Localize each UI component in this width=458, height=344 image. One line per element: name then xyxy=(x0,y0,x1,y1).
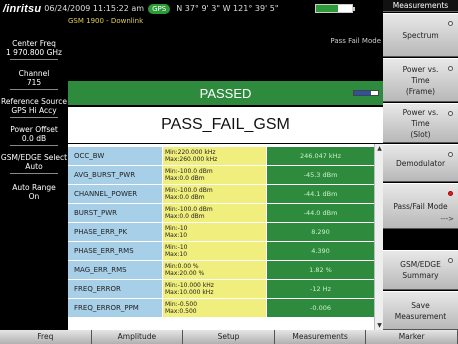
row-name: OCC_BW xyxy=(68,147,163,166)
row-value: -45.3 dBm xyxy=(267,166,374,185)
row-value: 4.390 xyxy=(267,242,374,261)
setup-menu-button[interactable]: Setup xyxy=(183,330,275,344)
spectrum-button[interactable]: Spectrum xyxy=(383,13,458,57)
demodulator-button[interactable]: Demodulator xyxy=(383,144,458,182)
row-name: AVG_BURST_PWR xyxy=(68,166,163,185)
table-row: FREQ_ERROR_PPM Min:-0.500 Max:0.500 -0.00… xyxy=(68,299,374,318)
power-vs-time-frame-button[interactable]: Power vs. Time (Frame) xyxy=(383,58,458,102)
param-reference-source: Reference Source GPS Hi Accy xyxy=(0,97,68,119)
table-row: BURST_PWR Min:-100.0 dBm Max:0.0 dBm -44.… xyxy=(68,204,374,223)
bottom-menu-bar: Freq Amplitude Setup Measurements Marker xyxy=(0,330,458,344)
radio-indicator-icon xyxy=(448,258,453,263)
power-vs-time-slot-button[interactable]: Power vs. Time (Slot) xyxy=(383,103,458,143)
softkey-panel: Measurements Spectrum Power vs. Time (Fram… xyxy=(383,0,458,330)
pass-fail-mode-button[interactable]: Pass/Fail Mode ---> xyxy=(383,183,458,229)
marker-menu-button[interactable]: Marker xyxy=(366,330,458,344)
save-measurement-button[interactable]: Save Measurement xyxy=(383,291,458,330)
param-power-offset: Power Offset 0.0 dB xyxy=(0,125,68,147)
row-name: PHASE_ERR_RMS xyxy=(68,242,163,261)
row-value: -44.0 dBm xyxy=(267,204,374,223)
table-row: MAG_ERR_RMS Min:0.00 % Max:20.00 % 1.82 % xyxy=(68,261,374,280)
row-value: -0.006 xyxy=(267,299,374,318)
row-limits: Min:-10 Max:10 xyxy=(163,242,267,261)
measurements-menu-button[interactable]: Measurements xyxy=(274,330,367,344)
row-limits: Min:-100.0 dBm Max:0.0 dBm xyxy=(163,204,267,223)
row-name: FREQ_ERROR xyxy=(68,280,163,299)
amplitude-menu-button[interactable]: Amplitude xyxy=(91,330,184,344)
pass-status-text: PASSED xyxy=(199,85,252,101)
table-row: PHASE_ERR_PK Min:-10 Max:10 8.290 xyxy=(68,223,374,242)
row-name: BURST_PWR xyxy=(68,204,163,223)
table-row: FREQ_ERROR Min:-10.000 kHz Max:10.000 kHz… xyxy=(68,280,374,299)
row-limits: Min:-100.0 dBm Max:0.0 dBm xyxy=(163,185,267,204)
status-indicator-bar xyxy=(353,90,379,96)
table-row: PHASE_ERR_RMS Min:-10 Max:10 4.390 xyxy=(68,242,374,261)
top-status-bar: /inritsu 06/24/2009 11:15:22 am GPS N 37… xyxy=(0,0,383,17)
row-name: PHASE_ERR_PK xyxy=(68,223,163,242)
row-value: -12 Hz xyxy=(267,280,374,299)
row-value: 1.82 % xyxy=(267,261,374,280)
param-gsm-edge-select: GSM/EDGE Select Auto xyxy=(0,153,68,175)
submenu-arrow-icon: ---> xyxy=(440,215,454,223)
active-indicator-icon xyxy=(448,191,453,196)
anritsu-logo: /inritsu xyxy=(3,2,42,15)
row-value: 246.047 kHz xyxy=(267,147,374,166)
row-limits: Min:-100.0 dBm Max:0.0 dBm xyxy=(163,166,267,185)
table-row: CHANNEL_POWER Min:-100.0 dBm Max:0.0 dBm … xyxy=(68,185,374,204)
param-channel: Channel 715 xyxy=(0,69,68,91)
row-limits: Min:-10.000 kHz Max:10.000 kHz xyxy=(163,280,267,299)
row-name: MAG_ERR_RMS xyxy=(68,261,163,280)
row-limits: Min:0.00 % Max:20.00 % xyxy=(163,261,267,280)
row-limits: Min:-10 Max:10 xyxy=(163,223,267,242)
param-center-freq: Center Freq 1 970.800 GHz xyxy=(0,39,68,61)
row-value: -44.1 dBm xyxy=(267,185,374,204)
row-limits: Min:220.000 kHz Max:260.000 kHz xyxy=(163,147,267,166)
battery-icon xyxy=(315,4,355,13)
measurement-display: GSM 1900 - Downlink Pass Fail Mode PASSE… xyxy=(68,17,383,330)
row-name: CHANNEL_POWER xyxy=(68,185,163,204)
table-row: OCC_BW Min:220.000 kHz Max:260.000 kHz 24… xyxy=(68,147,374,166)
pass-status-bar: PASSED xyxy=(68,81,383,105)
test-title: PASS_FAIL_GSM xyxy=(68,107,383,143)
row-value: 8.290 xyxy=(267,223,374,242)
datetime: 06/24/2009 11:15:22 am xyxy=(44,4,145,13)
softkey-menu-title: Measurements xyxy=(383,0,458,12)
gps-badge: GPS xyxy=(148,3,171,14)
gps-coordinates: N 37° 9' 3" W 121° 39' 5" xyxy=(176,4,279,13)
table-row: AVG_BURST_PWR Min:-100.0 dBm Max:0.0 dBm … xyxy=(68,166,374,185)
param-auto-range: Auto Range On xyxy=(12,183,56,201)
row-limits: Min:-0.500 Max:0.500 xyxy=(163,299,267,318)
table-scrollbar[interactable]: ▲ ▼ xyxy=(374,144,383,330)
radio-indicator-icon xyxy=(448,111,453,116)
freq-menu-button[interactable]: Freq xyxy=(0,330,92,344)
results-table: OCC_BW Min:220.000 kHz Max:260.000 kHz 24… xyxy=(68,144,383,330)
radio-indicator-icon xyxy=(448,21,453,26)
mode-line: GSM 1900 - Downlink xyxy=(68,17,144,25)
pass-fail-mode-label: Pass Fail Mode xyxy=(330,37,381,45)
row-name: FREQ_ERROR_PPM xyxy=(68,299,163,318)
radio-indicator-icon xyxy=(448,152,453,157)
radio-indicator-icon xyxy=(448,66,453,71)
parameter-panel: Center Freq 1 970.800 GHz Channel 715 Re… xyxy=(0,17,68,330)
gsm-edge-summary-button[interactable]: GSM/EDGE Summary xyxy=(383,250,458,290)
